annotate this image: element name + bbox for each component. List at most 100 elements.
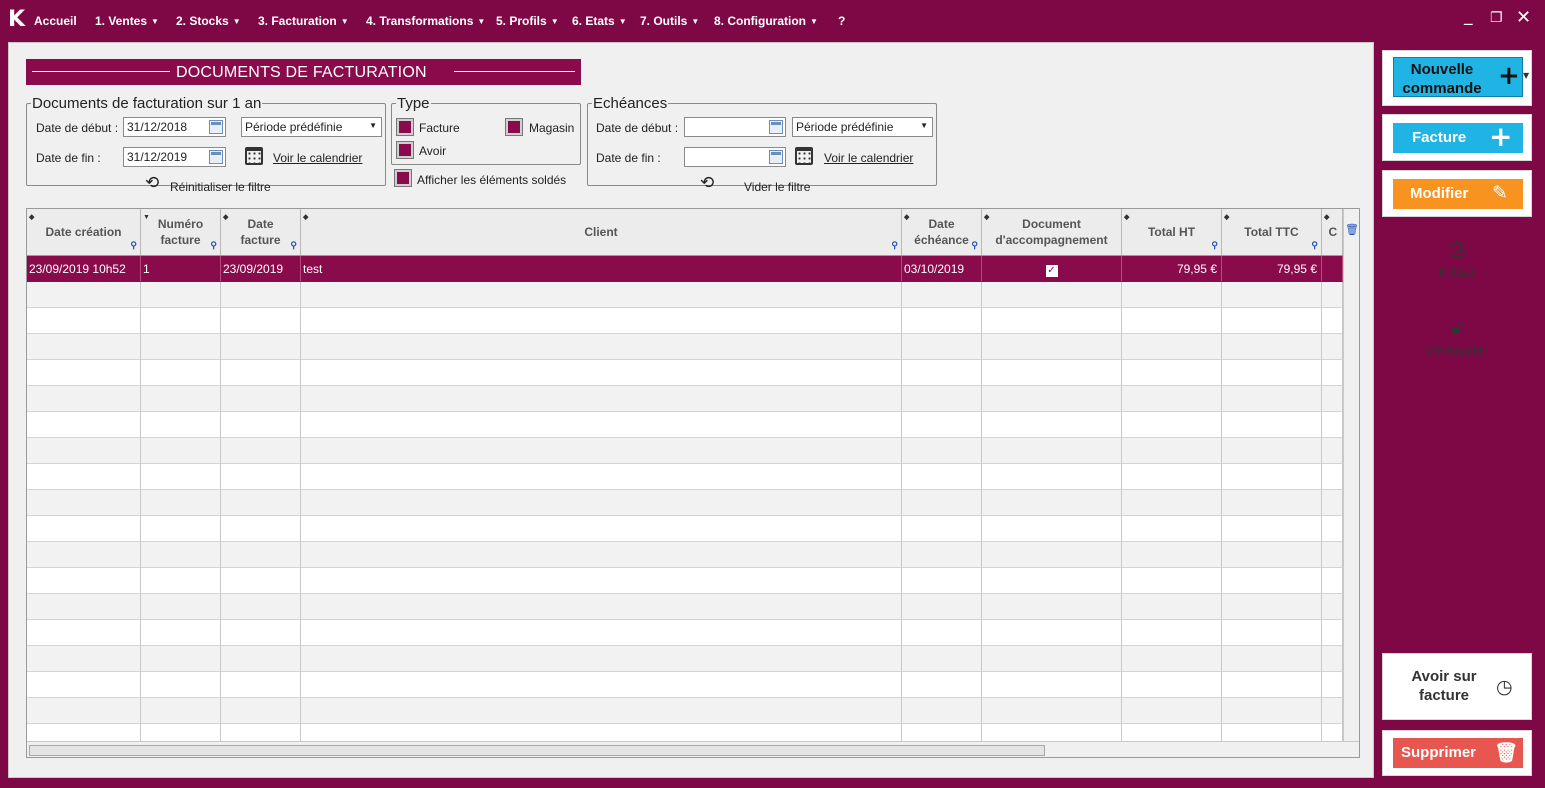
credit-note-button[interactable]: Avoir sur facture ◷ [1382,653,1532,720]
due-preset-select[interactable]: Période prédéfinie ▼ [792,117,933,137]
table-row[interactable]: 23/09/2019 10h52 1 23/09/2019 test 03/10/201… [27,256,1343,282]
sort-icon[interactable]: ◆ [223,210,228,226]
menu-accueil[interactable]: Accueil [34,14,77,28]
menu-configuration[interactable]: 8. Configuration ▼ [714,14,818,28]
table-row[interactable] [27,282,1343,308]
sort-icon[interactable]: ◆ [1224,210,1229,226]
restore-icon[interactable]: ❐ [1490,10,1503,26]
facture-checkbox[interactable] [397,119,413,135]
reset-filter-button[interactable]: Réinitialiser le filtre [170,180,271,194]
col-date-echeance-header[interactable]: ◆ Date échéance ⚲ [902,209,982,255]
menu-facturation[interactable]: 3. Facturation ▼ [258,14,349,28]
table-row[interactable] [27,568,1343,594]
horizontal-scrollbar[interactable] [27,741,1359,757]
col-document-accompagnement-header[interactable]: ◆ Document d'accompagnement [982,209,1122,255]
sort-icon[interactable]: ◆ [1324,210,1329,226]
table-row[interactable] [27,308,1343,334]
table-row[interactable] [27,542,1343,568]
reset-icon[interactable]: ⟲ [700,173,714,193]
table-cell [301,282,902,308]
end-date-field[interactable]: 31/12/2019 [123,147,226,167]
sort-icon[interactable]: ◆ [1124,210,1129,226]
lock-button[interactable]: 🔓︎ Verrouiller [1382,314,1532,358]
menu-help[interactable]: ? [838,14,845,28]
table-cell [221,282,301,308]
col-numero-facture-header[interactable]: ▼ Numéro facture ⚲ [141,209,221,255]
table-row[interactable] [27,490,1343,516]
table-row[interactable] [27,698,1343,724]
reset-icon[interactable]: ⟲ [145,173,159,193]
menu-stocks[interactable]: 2. Stocks ▼ [176,14,241,28]
avoir-checkbox[interactable] [397,142,413,158]
minimize-icon[interactable]: _ [1464,6,1473,26]
filter-search-icon[interactable]: ⚲ [971,237,978,253]
due-end-date-field[interactable] [684,147,786,167]
filter-search-icon[interactable]: ⚲ [891,237,898,253]
filter-search-icon[interactable]: ⚲ [130,237,137,253]
table-cell [1222,282,1322,308]
print-button[interactable]: ⎙ Editer [1382,237,1532,281]
new-invoice-button[interactable]: Facture + [1393,120,1523,153]
delete-button[interactable]: Supprimer 🗑︎ [1393,738,1523,768]
sort-icon[interactable]: ◆ [29,210,34,226]
table-row[interactable] [27,646,1343,672]
date-picker-icon[interactable] [209,120,223,134]
view-calendar-link[interactable]: Voir le calendrier [273,151,362,165]
sort-icon[interactable]: ◆ [984,210,989,226]
col-client-header[interactable]: ◆ Client ⚲ [301,209,902,255]
col-total-ht-header[interactable]: ◆ Total HT ⚲ [1122,209,1222,255]
modify-button[interactable]: Modifier ✎ [1393,179,1523,209]
table-cell [1122,646,1222,672]
table-row[interactable] [27,672,1343,698]
period-preset-select[interactable]: Période prédéfinie ▼ [241,117,382,137]
table-row[interactable] [27,620,1343,646]
date-picker-icon[interactable] [209,150,223,164]
table-row[interactable] [27,516,1343,542]
close-icon[interactable]: ✕ [1516,7,1531,28]
due-start-date-field[interactable] [684,117,786,137]
table-cell [902,360,982,386]
table-cell [1322,360,1343,386]
start-date-field[interactable]: 31/12/2018 [123,117,226,137]
sort-icon[interactable]: ▼ [143,210,150,226]
table-row[interactable] [27,594,1343,620]
calendar-icon[interactable] [795,147,813,165]
table-row[interactable] [27,464,1343,490]
new-order-button[interactable]: Nouvelle commande + [1393,57,1523,97]
filter-search-icon[interactable]: ⚲ [1311,237,1318,253]
column-settings-icon[interactable]: 🗑︎ [1345,223,1359,236]
table-row[interactable] [27,412,1343,438]
sort-icon[interactable]: ◆ [303,210,308,226]
menu-profils[interactable]: 5. Profils ▼ [496,14,559,28]
date-picker-icon[interactable] [769,150,783,164]
table-cell [1222,386,1322,412]
horizontal-scrollbar-thumb[interactable] [29,745,1045,756]
table-row[interactable] [27,438,1343,464]
accompagnement-checkbox[interactable]: ✓ [1045,265,1058,277]
menu-transformations[interactable]: 4. Transformations ▼ [366,14,485,28]
filter-search-icon[interactable]: ⚲ [290,237,297,253]
menu-ventes[interactable]: 1. Ventes ▼ [95,14,159,28]
col-date-creation-header[interactable]: ◆ Date création ⚲ [27,209,141,255]
period-filter-group: Documents de facturation sur 1 an Date d… [26,95,386,194]
col-date-facture-header[interactable]: ◆ Date facture ⚲ [221,209,301,255]
filter-search-icon[interactable]: ⚲ [1211,237,1218,253]
show-paid-checkbox[interactable] [395,170,411,186]
sort-icon[interactable]: ◆ [904,210,909,226]
magasin-checkbox[interactable] [506,119,522,135]
col-extra-header[interactable]: ◆ C [1322,209,1343,255]
table-row[interactable] [27,386,1343,412]
caret-down-icon[interactable]: ▼ [1523,71,1529,80]
filter-search-icon[interactable]: ⚲ [210,237,217,253]
col-total-ttc-header[interactable]: ◆ Total TTC ⚲ [1222,209,1322,255]
table-row[interactable] [27,360,1343,386]
clear-filter-button[interactable]: Vider le filtre [744,180,810,194]
table-row[interactable] [27,334,1343,360]
menu-outils[interactable]: 7. Outils ▼ [640,14,699,28]
due-view-calendar-link[interactable]: Voir le calendrier [824,151,913,165]
vertical-scrollbar[interactable] [1343,209,1359,741]
calendar-icon[interactable] [245,147,263,165]
table-cell [1122,594,1222,620]
date-picker-icon[interactable] [769,120,783,134]
menu-etats[interactable]: 6. Etats ▼ [572,14,627,28]
